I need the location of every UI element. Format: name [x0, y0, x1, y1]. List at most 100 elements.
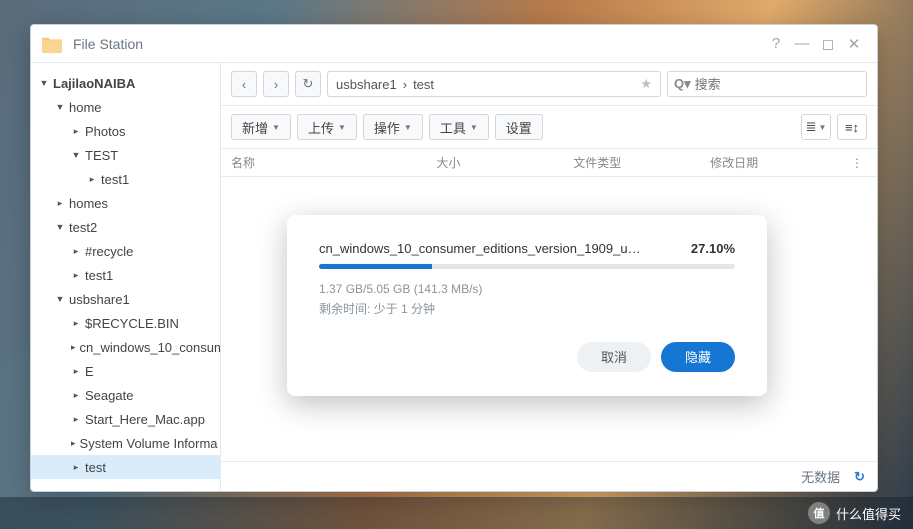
breadcrumb-separator: ›: [403, 77, 407, 92]
chevron-down-icon: ▼: [404, 123, 412, 132]
forward-button[interactable]: ›: [263, 71, 289, 97]
chevron-right-icon[interactable]: ▸: [71, 342, 76, 353]
col-date[interactable]: 修改日期: [710, 154, 847, 171]
chevron-down-icon[interactable]: ▼: [55, 102, 65, 112]
sidebar-item[interactable]: ▸ homes: [31, 191, 220, 215]
sidebar-item[interactable]: ▼ usbshare1: [31, 287, 220, 311]
sidebar-item-label: cn_windows_10_consumer: [80, 340, 220, 355]
sidebar-item[interactable]: ▼ test2: [31, 215, 220, 239]
breadcrumb-item[interactable]: test: [413, 77, 434, 92]
chevron-down-icon: ▼: [272, 123, 280, 132]
toolbar-nav: ‹ › ↻ usbshare1 › test ★ Q▾: [221, 63, 877, 106]
sidebar-item[interactable]: ▸ cn_windows_10_consumer: [31, 335, 220, 359]
chevron-down-icon: ▼: [39, 78, 49, 88]
sidebar-item[interactable]: ▸System Volume Informa: [31, 431, 220, 455]
sidebar-item-label: #recycle: [85, 244, 133, 259]
upload-button[interactable]: 上传▼: [297, 114, 357, 140]
chevron-down-icon[interactable]: ▼: [71, 150, 81, 160]
chevron-right-icon[interactable]: ▸: [55, 198, 65, 209]
chevron-right-icon[interactable]: ▸: [71, 270, 81, 281]
chevron-right-icon[interactable]: ▸: [71, 126, 81, 137]
breadcrumb[interactable]: usbshare1 › test ★: [327, 71, 661, 97]
sidebar-item-label: $RECYCLE.BIN: [85, 316, 179, 331]
col-type[interactable]: 文件类型: [573, 154, 710, 171]
sort-button[interactable]: ≡↕: [837, 114, 867, 140]
close-button[interactable]: ✕: [841, 31, 867, 57]
progress-bar-track: [319, 264, 735, 269]
refresh-button[interactable]: ↻: [295, 71, 321, 97]
progress-dialog: cn_windows_10_consumer_editions_version_…: [287, 215, 767, 396]
chevron-right-icon[interactable]: ▸: [71, 414, 81, 425]
folder-icon: [41, 35, 63, 53]
sidebar-item-label: usbshare1: [69, 292, 130, 307]
sidebar-item-label: TEST: [85, 148, 118, 163]
sidebar-item-label: Seagate: [85, 388, 133, 403]
action-button[interactable]: 操作▼: [363, 114, 423, 140]
help-button[interactable]: ?: [763, 31, 789, 57]
search-input[interactable]: [695, 77, 860, 92]
sidebar-item-label: E: [85, 364, 94, 379]
sidebar-item-label: test1: [85, 268, 113, 283]
cancel-button[interactable]: 取消: [577, 342, 651, 372]
sidebar-item[interactable]: ▼ TEST: [31, 143, 220, 167]
search-box[interactable]: Q▾: [667, 71, 867, 97]
col-name[interactable]: 名称: [231, 154, 436, 171]
progress-percent: 27.10%: [691, 241, 735, 256]
sidebar-item[interactable]: ▸ Photos: [31, 119, 220, 143]
chevron-right-icon[interactable]: ▸: [71, 318, 81, 329]
col-size[interactable]: 大小: [436, 154, 573, 171]
toolbar-actions: 新增▼ 上传▼ 操作▼ 工具▼ 设置 ≣ ▼ ≡↕: [221, 106, 877, 149]
sidebar-item-label: test1: [101, 172, 129, 187]
sidebar-item[interactable]: ▸ test1: [31, 263, 220, 287]
sidebar-item[interactable]: ▸ Seagate: [31, 383, 220, 407]
search-icon: Q▾: [674, 76, 691, 92]
chevron-down-icon[interactable]: ▼: [55, 294, 65, 304]
hide-button[interactable]: 隐藏: [661, 342, 735, 372]
sidebar: ▼ LajilaoNAIBA ▼home ▸ Photos ▼ TEST ▸ test1 ▸ h…: [31, 63, 221, 491]
sidebar-item[interactable]: ▸ test1: [31, 167, 220, 191]
tree-body: ▼home ▸ Photos ▼ TEST ▸ test1 ▸ homes ▼ test2 ▸ #rec…: [31, 95, 220, 479]
sidebar-item-label: Start_Here_Mac.app: [85, 412, 205, 427]
new-button[interactable]: 新增▼: [231, 114, 291, 140]
brand-text: 什么值得买: [836, 504, 901, 523]
chevron-right-icon[interactable]: ▸: [71, 462, 81, 473]
back-button[interactable]: ‹: [231, 71, 257, 97]
view-list-button[interactable]: ≣ ▼: [801, 114, 831, 140]
sidebar-item[interactable]: ▼home: [31, 95, 220, 119]
chevron-right-icon[interactable]: ▸: [71, 366, 81, 377]
column-headers: 名称 大小 文件类型 修改日期 ⋮: [221, 149, 877, 177]
sidebar-item[interactable]: ▸ $RECYCLE.BIN: [31, 311, 220, 335]
sidebar-item[interactable]: ▸ #recycle: [31, 239, 220, 263]
chevron-right-icon[interactable]: ▸: [87, 174, 97, 185]
status-empty: 无数据: [801, 467, 840, 486]
chevron-right-icon[interactable]: ▸: [71, 390, 81, 401]
progress-transfer: 1.37 GB/5.05 GB (141.3 MB/s): [319, 279, 735, 299]
sidebar-item-label: test: [85, 460, 106, 475]
sidebar-item[interactable]: ▸E: [31, 359, 220, 383]
sidebar-item[interactable]: ▸ Start_Here_Mac.app: [31, 407, 220, 431]
breadcrumb-item[interactable]: usbshare1: [336, 77, 397, 92]
status-refresh-button[interactable]: ↻: [854, 469, 865, 485]
column-more-button[interactable]: ⋮: [847, 156, 867, 170]
minimize-button[interactable]: —: [789, 31, 815, 57]
chevron-down-icon[interactable]: ▼: [55, 222, 65, 232]
progress-filename: cn_windows_10_consumer_editions_version_…: [319, 241, 687, 256]
chevron-right-icon[interactable]: ▸: [71, 438, 76, 449]
sidebar-item[interactable]: ▸ test: [31, 455, 220, 479]
sidebar-item-label: homes: [69, 196, 108, 211]
tools-button[interactable]: 工具▼: [429, 114, 489, 140]
maximize-button[interactable]: ◻: [815, 31, 841, 57]
brand-icon: 值: [808, 502, 830, 524]
chevron-right-icon[interactable]: ▸: [71, 246, 81, 257]
sidebar-item-label: test2: [69, 220, 97, 235]
settings-button[interactable]: 设置: [495, 114, 543, 140]
desktop-taskbar: 值 什么值得买: [0, 497, 913, 529]
chevron-down-icon: ▼: [470, 123, 478, 132]
star-icon[interactable]: ★: [640, 76, 652, 92]
tree-root[interactable]: ▼ LajilaoNAIBA: [31, 71, 220, 95]
window-title: File Station: [73, 36, 763, 52]
sidebar-item-label: Photos: [85, 124, 125, 139]
progress-remaining: 剩余时间: 少于 1 分钟: [319, 299, 735, 319]
statusbar: 无数据 ↻: [221, 461, 877, 491]
progress-bar-fill: [319, 264, 432, 269]
